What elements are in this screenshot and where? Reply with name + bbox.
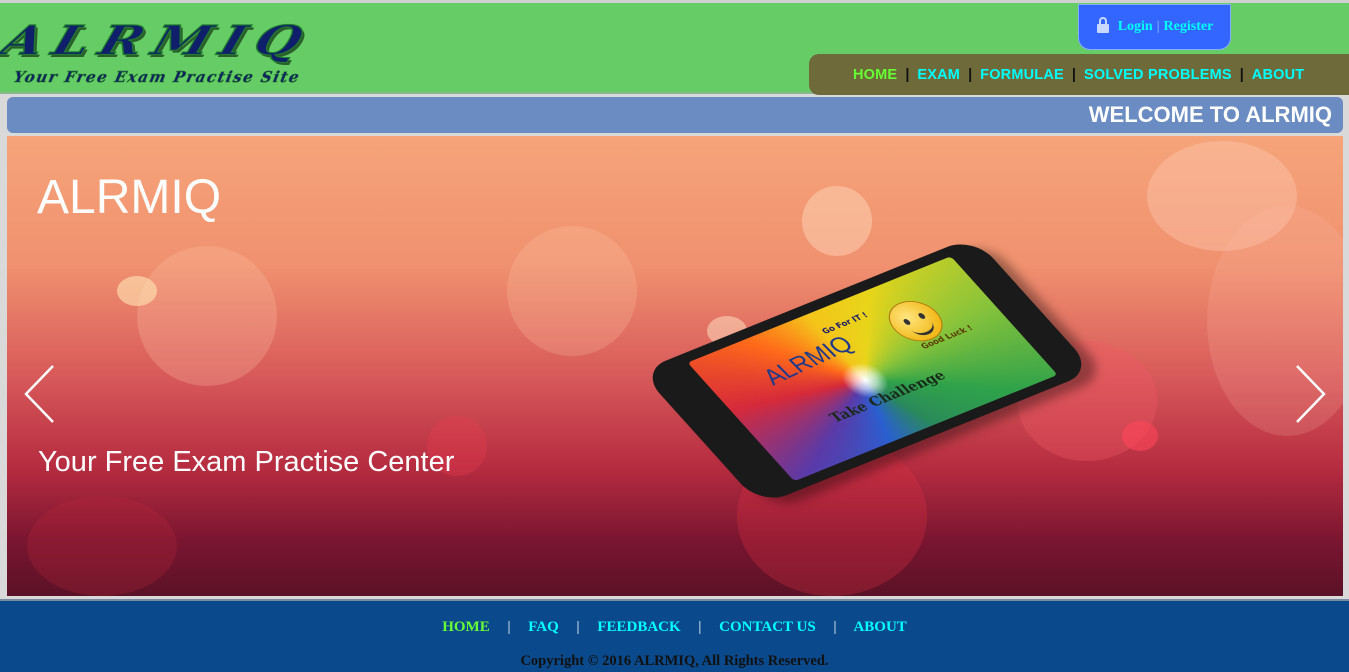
site-footer: HOME | FAQ | FEEDBACK | CONTACT US | ABO…	[0, 599, 1349, 672]
logo-subtitle: Your Free Exam Practise Site	[12, 68, 303, 87]
footer-separator: |	[698, 619, 702, 635]
hero-subtitle: Your Free Exam Practise Center	[38, 446, 455, 478]
bokeh-decoration	[507, 226, 637, 356]
footer-link-faq[interactable]: FAQ	[528, 619, 559, 635]
bokeh-decoration	[137, 246, 277, 386]
bokeh-decoration	[117, 276, 157, 306]
nav-formulae[interactable]: FORMULAE	[980, 67, 1064, 83]
nav-separator: |	[1239, 66, 1244, 83]
footer-link-contact-us[interactable]: CONTACT US	[719, 619, 816, 635]
nav-about[interactable]: ABOUT	[1252, 67, 1305, 83]
site-header: ALRMIQ Your Free Exam Practise Site Logi…	[0, 0, 1349, 95]
footer-link-feedback[interactable]: FEEDBACK	[597, 619, 680, 635]
copyright-text: Copyright © 2016 ALRMIQ, All Rights Rese…	[520, 653, 829, 669]
smiley-badge-top: Go For IT !	[819, 310, 870, 336]
hero-title: ALRMIQ	[37, 171, 222, 224]
nav-exam[interactable]: EXAM	[917, 67, 960, 83]
main-nav: HOME | EXAM | FORMULAE | SOLVED PROBLEMS…	[809, 54, 1349, 95]
nav-solved-problems[interactable]: SOLVED PROBLEMS	[1084, 67, 1232, 83]
lock-icon	[1096, 17, 1110, 33]
footer-separator: |	[576, 619, 580, 635]
site-logo[interactable]: ALRMIQ Your Free Exam Practise Site	[0, 16, 530, 91]
footer-nav: HOME | FAQ | FEEDBACK | CONTACT US | ABO…	[0, 619, 1349, 636]
register-link[interactable]: Register	[1164, 19, 1214, 35]
nav-separator: |	[1071, 66, 1076, 83]
footer-link-about[interactable]: ABOUT	[853, 619, 906, 635]
nav-separator: |	[905, 66, 910, 83]
welcome-text: WELCOME TO ALRMIQ	[1088, 102, 1332, 127]
phone-screen: ALRMIQ Take Challenge Go For IT ! Good L…	[687, 256, 1058, 482]
welcome-bar: WELCOME TO ALRMIQ	[7, 97, 1343, 133]
chevron-right-icon	[1296, 365, 1326, 423]
login-separator: |	[1156, 19, 1160, 34]
login-panel: Login | Register	[1078, 4, 1231, 50]
footer-link-home[interactable]: HOME	[442, 619, 490, 635]
logo-title: ALRMIQ	[0, 16, 319, 65]
bokeh-decoration	[27, 496, 177, 596]
login-link[interactable]: Login	[1118, 19, 1153, 35]
chevron-left-icon	[24, 365, 54, 423]
carousel-next-button[interactable]	[1293, 364, 1327, 424]
hero-carousel: ALRMIQ Your Free Exam Practise Center AL…	[7, 136, 1343, 596]
footer-separator: |	[507, 619, 511, 635]
nav-home[interactable]: HOME	[853, 67, 897, 83]
footer-separator: |	[833, 619, 837, 635]
bokeh-decoration	[1122, 421, 1158, 451]
bokeh-decoration	[802, 186, 872, 256]
carousel-prev-button[interactable]	[23, 364, 57, 424]
nav-separator: |	[968, 66, 973, 83]
